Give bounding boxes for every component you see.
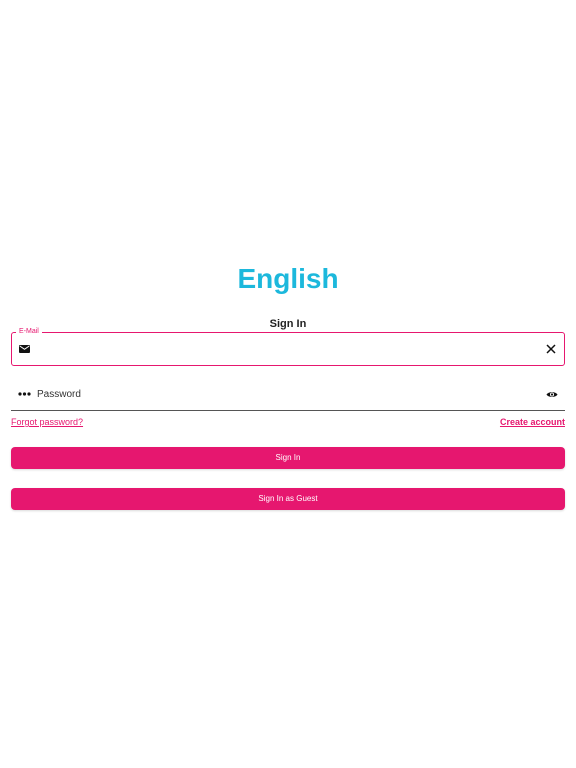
create-account-link[interactable]: Create account xyxy=(500,417,565,428)
email-input[interactable] xyxy=(38,339,528,359)
sign-in-button[interactable]: Sign In xyxy=(11,447,565,469)
form-heading: Sign In xyxy=(269,318,307,330)
forgot-password-link[interactable]: Forgot password? xyxy=(11,417,83,428)
clear-icon[interactable] xyxy=(546,344,556,354)
visibility-eye-icon[interactable] xyxy=(546,390,558,399)
app-title: English xyxy=(237,263,339,294)
sign-in-page: English Sign In E-Mail Forgot password? … xyxy=(0,0,576,768)
password-dots-icon xyxy=(18,392,31,396)
sign-in-as-guest-button[interactable]: Sign In as Guest xyxy=(11,488,565,510)
password-field[interactable] xyxy=(11,379,565,411)
email-label: E-Mail xyxy=(16,327,42,337)
email-icon xyxy=(19,345,30,353)
email-field[interactable]: E-Mail xyxy=(11,327,565,366)
password-input[interactable] xyxy=(37,384,517,404)
